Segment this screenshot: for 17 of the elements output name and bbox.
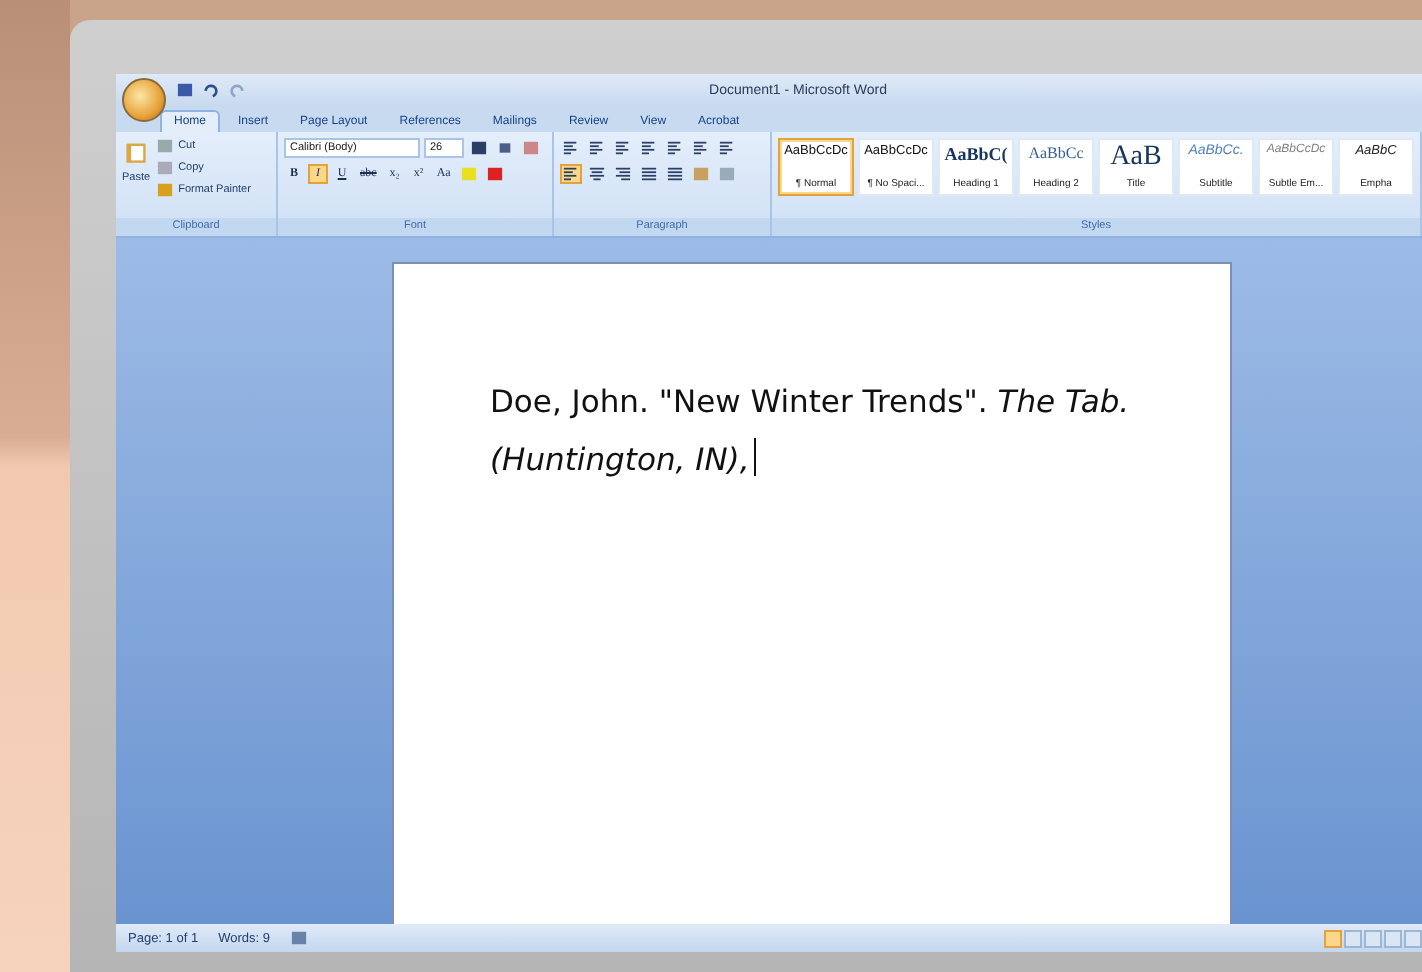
align-button[interactable] <box>586 164 608 184</box>
text-cursor <box>753 438 756 476</box>
align-right-icon <box>614 166 632 182</box>
undo-icon <box>202 82 220 98</box>
citation-text: Doe, John. "New Winter Trends". The Tab. (Huntington, IN), <box>490 382 1132 482</box>
align-center-icon <box>588 166 606 182</box>
style-sample: AaB <box>1110 144 1162 172</box>
office-button[interactable] <box>122 78 166 122</box>
redo-icon <box>228 82 246 98</box>
style-sample: AaBbC( <box>944 144 1008 164</box>
align-button[interactable] <box>560 164 582 184</box>
align-button[interactable] <box>612 164 634 184</box>
align-left-icon <box>562 166 580 182</box>
align-justify-icon <box>640 166 658 182</box>
shrink-font-button[interactable] <box>494 138 516 158</box>
align-button[interactable] <box>638 164 660 184</box>
style-sample: AaBbCc <box>1028 144 1084 162</box>
